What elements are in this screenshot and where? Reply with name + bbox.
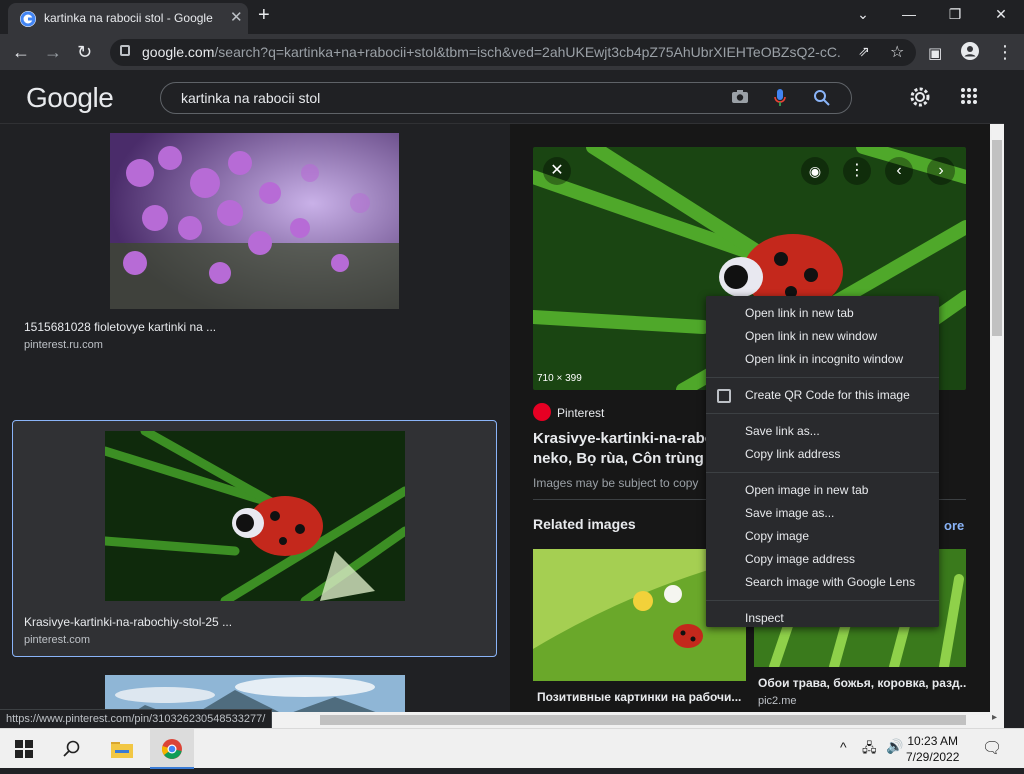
share-icon[interactable]: ⇗: [858, 43, 870, 60]
settings-gear-icon[interactable]: [908, 85, 932, 112]
copyright-notice: Images may be subject to copy: [533, 476, 699, 490]
camera-icon[interactable]: [731, 88, 749, 109]
mountain-lake-thumbnail[interactable]: [105, 675, 405, 712]
preview-site[interactable]: Pinterest: [557, 406, 604, 420]
tab-strip: kartinka na rabocii stol - Google ✕ + ⌄ …: [0, 0, 1024, 34]
volume-icon[interactable]: 🔊: [886, 738, 903, 755]
vertical-scrollbar-thumb[interactable]: [992, 140, 1002, 336]
windows-taskbar: ^ 🖧 🔊 10:23 AM 7/29/2022 🗨: [0, 728, 1024, 769]
image-results-grid: 1515681028 fioletovye kartinki na ... pi…: [0, 124, 509, 712]
new-tab-icon[interactable]: +: [258, 4, 270, 27]
next-image-icon[interactable]: ›: [927, 157, 955, 185]
pinterest-logo-icon: [533, 403, 551, 421]
search-icon[interactable]: [813, 89, 831, 110]
search-box[interactable]: kartinka na rabocii stol: [160, 82, 852, 114]
back-icon[interactable]: ←: [12, 42, 30, 63]
horizontal-scrollbar-thumb[interactable]: [320, 715, 966, 725]
qr-code-icon: [717, 389, 731, 403]
lens-icon[interactable]: ◉: [801, 157, 829, 185]
menu-open-link-incognito[interactable]: Open link in incognito window: [706, 348, 939, 371]
flowers-thumbnail[interactable]: [110, 133, 399, 309]
side-panel-icon[interactable]: ▣: [928, 44, 942, 62]
close-preview-icon[interactable]: ✕: [543, 157, 571, 185]
related-caption[interactable]: Позитивные картинки на рабочи...: [537, 690, 741, 704]
google-favicon-icon: [20, 11, 36, 27]
apps-grid-icon[interactable]: [960, 87, 978, 108]
menu-open-link-new-window[interactable]: Open link in new window: [706, 325, 939, 348]
windows-start-icon[interactable]: [2, 729, 46, 769]
restore-icon[interactable]: ❐: [940, 6, 970, 23]
file-explorer-icon[interactable]: [100, 729, 144, 769]
related-images-heading: Related images: [533, 516, 636, 532]
related-caption[interactable]: Обои трава, божья, коровка, разд...: [758, 676, 966, 690]
clock-date: 7/29/2022: [906, 750, 960, 764]
scroll-right-icon[interactable]: ▸: [992, 712, 997, 723]
lock-icon: [120, 45, 130, 56]
result-caption[interactable]: Krasivye-kartinki-na-rabochiy-stol-25 ..…: [24, 615, 232, 629]
tab-title: kartinka na rabocii stol - Google: [44, 11, 213, 25]
preview-title[interactable]: Krasivye-kartinki-na-rabo: [533, 430, 714, 447]
minimize-icon[interactable]: —: [894, 6, 924, 22]
menu-open-image-new-tab[interactable]: Open image in new tab: [706, 479, 939, 502]
menu-separator: [706, 472, 939, 473]
menu-separator: [706, 377, 939, 378]
browser-tab[interactable]: kartinka na rabocii stol - Google ✕: [8, 3, 248, 34]
menu-separator: [706, 600, 939, 601]
result-caption[interactable]: 1515681028 fioletovye kartinki na ...: [24, 320, 216, 334]
menu-save-link-as[interactable]: Save link as...: [706, 420, 939, 443]
taskbar-search-icon[interactable]: [50, 729, 94, 769]
menu-create-qr-code-label: Create QR Code for this image: [745, 388, 910, 402]
menu-open-link-new-tab[interactable]: Open link in new tab: [706, 302, 939, 325]
system-clock[interactable]: 10:23 AM 7/29/2022: [906, 733, 959, 765]
see-more-link[interactable]: ore: [944, 518, 964, 533]
clock-time: 10:23 AM: [907, 734, 959, 748]
context-menu: Open link in new tab Open link in new wi…: [706, 296, 939, 627]
more-options-icon[interactable]: ⋮: [843, 157, 871, 185]
microphone-icon[interactable]: [773, 88, 787, 111]
show-hidden-icons-chevron-icon[interactable]: ^: [840, 739, 847, 755]
selected-result-card[interactable]: Krasivye-kartinki-na-rabochiy-stol-25 ..…: [12, 420, 497, 657]
address-bar[interactable]: google.com/search?q=kartinka+na+rabocii+…: [110, 39, 916, 66]
chrome-taskbar-icon[interactable]: [150, 729, 194, 769]
menu-search-google-lens[interactable]: Search image with Google Lens: [706, 571, 939, 594]
profile-icon[interactable]: [960, 41, 980, 66]
previous-image-icon[interactable]: ‹: [885, 157, 913, 185]
related-source[interactable]: pic2.me: [758, 695, 797, 707]
network-icon[interactable]: 🖧: [862, 739, 877, 761]
menu-separator: [706, 413, 939, 414]
menu-inspect[interactable]: Inspect: [706, 607, 939, 630]
url-text: google.com/search?q=kartinka+na+rabocii+…: [142, 44, 842, 60]
menu-copy-image-address[interactable]: Copy image address: [706, 548, 939, 571]
notifications-icon[interactable]: 🗨: [982, 738, 1002, 758]
window-close-icon[interactable]: ✕: [986, 6, 1016, 23]
result-source[interactable]: pinterest.ru.com: [24, 339, 103, 351]
result-source[interactable]: pinterest.com: [24, 634, 90, 646]
menu-save-image-as[interactable]: Save image as...: [706, 502, 939, 525]
tab-close-icon[interactable]: ✕: [230, 8, 243, 26]
menu-copy-image[interactable]: Copy image: [706, 525, 939, 548]
ladybug-thumbnail[interactable]: [105, 431, 405, 601]
chrome-menu-icon[interactable]: ⋮: [996, 42, 1014, 63]
google-logo[interactable]: Google: [26, 82, 114, 114]
search-query[interactable]: kartinka na rabocii stol: [181, 90, 320, 106]
bookmark-star-icon[interactable]: ☆: [890, 42, 904, 62]
image-dimensions: 710 × 399: [537, 373, 582, 384]
menu-create-qr-code[interactable]: Create QR Code for this image: [706, 384, 939, 407]
status-url-bubble: https://www.pinterest.com/pin/3103262305…: [0, 709, 273, 729]
forward-icon[interactable]: →: [44, 42, 62, 63]
menu-copy-link-address[interactable]: Copy link address: [706, 443, 939, 466]
google-header: Google kartinka na rabocii stol: [0, 70, 1004, 124]
tab-search-icon[interactable]: ⌄: [848, 6, 878, 23]
preview-title-line2[interactable]: neko, Bọ rùa, Côn trùng: [533, 450, 704, 467]
reload-icon[interactable]: ↻: [77, 42, 92, 63]
